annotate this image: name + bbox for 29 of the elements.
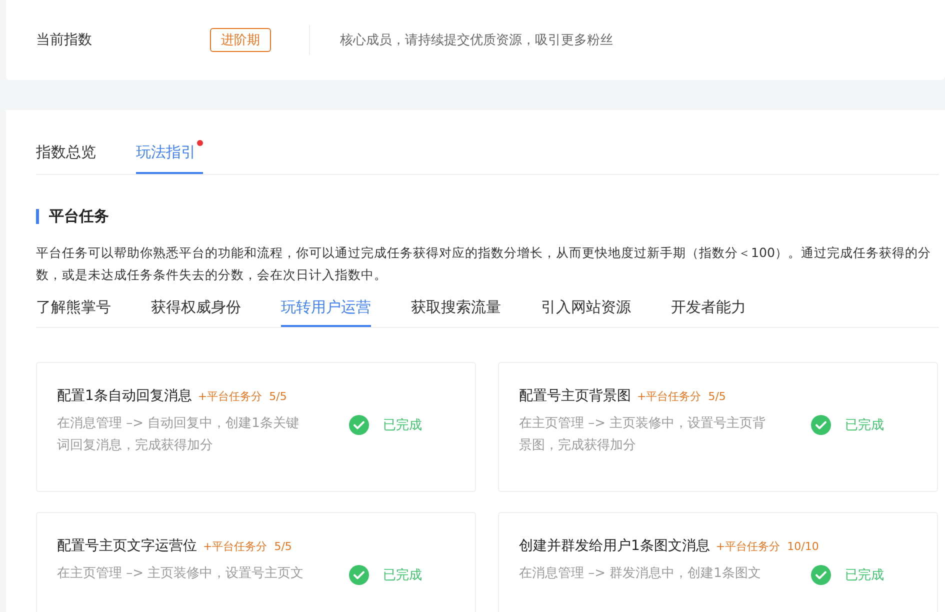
task-title: 创建并群发给用户1条图文消息 (519, 537, 710, 555)
task-status: 已完成 (383, 417, 422, 434)
task-description: 在消息管理 –> 自动回复中，创建1条关键词回复消息，完成获得加分 (57, 415, 300, 455)
tab[interactable]: 指数总览 (36, 143, 96, 174)
category-tab[interactable]: 了解熊掌号 (36, 298, 111, 327)
task-points: +平台任务分 5/5 (637, 389, 726, 404)
category-tab[interactable]: 获取搜索流量 (411, 298, 501, 327)
category-tab[interactable]: 玩转用户运营 (281, 298, 371, 327)
index-label: 当前指数 (36, 31, 93, 49)
index-message: 核心成员，请持续提交优质资源，吸引更多粉丝 (340, 32, 613, 49)
task-description: 在主页管理 –> 主页装修中，设置号主页背景图，完成获得加分 (519, 415, 767, 455)
category-tab[interactable]: 引入网站资源 (541, 298, 631, 327)
task-points: +平台任务分 5/5 (198, 389, 287, 404)
task-description: 在消息管理 –> 群发消息中，创建1条图文 (519, 565, 762, 583)
tab[interactable]: 玩法指引 (136, 140, 203, 174)
task-status: 已完成 (845, 417, 884, 434)
task-status: 已完成 (845, 567, 884, 584)
section-description: 平台任务可以帮助你熟悉平台的功能和流程，你可以通过完成任务获得对应的指数分增长，从而更快地度过新手期（指数分＜100）。通过完成任务获得的分数，或是未达成任务条件失去的分数，会在次日计入指数中。 (36, 244, 932, 284)
task-status: 已完成 (383, 567, 422, 584)
section-title: 平台任务 (49, 207, 109, 226)
task-title: 配置号主页背景图 (519, 387, 631, 405)
task-points: +平台任务分 5/5 (203, 539, 292, 554)
task-title: 配置号主页文字运营位 (57, 537, 197, 555)
category-tab[interactable]: 开发者能力 (671, 298, 746, 327)
category-tab[interactable]: 获得权威身份 (151, 298, 241, 327)
task-points: +平台任务分 10/10 (716, 539, 819, 554)
task-description: 在主页管理 –> 主页装修中，设置号主页文 (57, 565, 305, 583)
task-title: 配置1条自动回复消息 (57, 387, 192, 405)
stage-tag: 进阶期 (210, 28, 271, 52)
